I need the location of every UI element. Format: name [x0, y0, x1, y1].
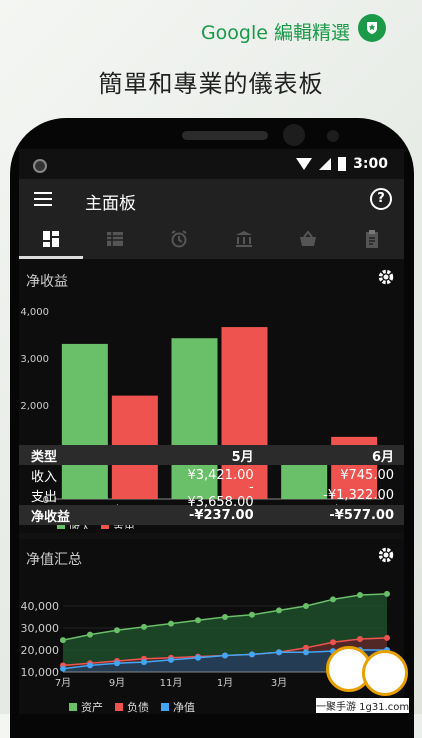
wifi-icon: [296, 158, 313, 170]
settings-gear-icon[interactable]: [376, 267, 396, 287]
table-header-june: 6月: [371, 449, 394, 465]
tab-alarm[interactable]: [147, 219, 211, 259]
badge-text: Google 編輯精選: [200, 22, 350, 44]
y-tick-label: 3,000: [20, 354, 49, 365]
phone-camera: [283, 124, 305, 146]
tab-bar: [19, 219, 404, 259]
legend-swatch: [69, 703, 77, 711]
legend-swatch: [115, 703, 123, 711]
google-badge: Google 編輯精選: [0, 12, 422, 46]
data-point: [168, 656, 174, 663]
data-point: [141, 659, 147, 666]
net-worth-title: 净值汇总: [26, 552, 82, 568]
data-point: [114, 660, 120, 667]
data-point: [222, 614, 228, 620]
data-point: [384, 590, 390, 597]
x-tick-label: 3月: [271, 677, 287, 689]
hamburger-menu-icon[interactable]: [34, 192, 52, 206]
data-point: [249, 611, 255, 618]
table-cell: -¥577.00: [329, 507, 394, 523]
y-tick-label: 4,000: [20, 307, 49, 318]
basket-icon: [299, 230, 316, 246]
data-point: [60, 665, 66, 672]
table-header-type: 类型: [31, 449, 58, 465]
table-cell: 支出: [31, 489, 58, 505]
trophy-shield-icon: [358, 14, 386, 42]
y-tick-label: 10,000: [21, 666, 60, 679]
x-tick-label: 11月: [160, 677, 183, 689]
table-row: 支出 -¥3,658.00 -¥1,322.00: [19, 480, 404, 510]
battery-icon: [338, 157, 347, 171]
table-cell: 收入: [31, 469, 58, 485]
status-bar: 3:00: [19, 149, 404, 179]
headline: 簡單和專業的儀表板: [98, 70, 324, 98]
table-row: 净收益 -¥237.00 -¥577.00: [19, 505, 404, 525]
phone-sensor: [327, 130, 339, 142]
data-point: [357, 592, 363, 598]
legend-label: 负债: [127, 700, 149, 714]
data-point: [195, 654, 201, 661]
data-point: [195, 617, 201, 624]
data-point: [249, 651, 255, 658]
y-tick-label: 2,000: [20, 401, 49, 412]
data-point: [168, 620, 174, 627]
table-cell: -¥3,658.00: [187, 480, 254, 510]
watermark: 一聚手游 1g31.com: [308, 640, 418, 714]
data-point: [141, 623, 147, 630]
net-income-title: 净收益: [26, 274, 68, 290]
help-circle-icon[interactable]: ?: [370, 188, 392, 210]
tab-accounts[interactable]: [83, 219, 147, 259]
tab-bank[interactable]: [212, 219, 276, 259]
list-icon: [107, 232, 124, 246]
data-point: [222, 652, 228, 659]
data-point: [87, 631, 93, 638]
data-point: [276, 649, 282, 656]
watermark-text: 一聚手游 1g31.com: [316, 698, 410, 713]
tab-clipboard[interactable]: [340, 219, 404, 259]
clipboard-icon: [365, 230, 378, 248]
signal-icon: [319, 158, 332, 170]
data-point: [114, 627, 120, 634]
tab-dashboard[interactable]: [19, 219, 84, 259]
toolbar-title: 主面板: [85, 194, 136, 214]
phone-speaker: [182, 131, 268, 140]
table-cell: 净收益: [31, 509, 71, 525]
legend-label: 净值: [173, 700, 195, 714]
status-time: 3:00: [353, 156, 388, 172]
legend-label: 资产: [81, 700, 103, 714]
watermark-logo: [362, 650, 408, 696]
table-cell: -¥237.00: [189, 507, 254, 523]
status-icons: 3:00: [296, 156, 388, 172]
settings-gear-icon[interactable]: [376, 545, 396, 565]
table-cell: -¥1,322.00: [323, 487, 394, 503]
y-tick-label: 40,000: [21, 600, 60, 613]
data-point: [330, 596, 336, 603]
app-toolbar: 主面板 ?: [19, 179, 404, 219]
y-tick-label: 20,000: [21, 644, 60, 657]
dashboard-icon: [43, 231, 60, 247]
data-point: [276, 607, 282, 614]
data-point: [87, 662, 93, 669]
notification-dot-icon: [33, 159, 47, 173]
x-tick-label: 1月: [217, 677, 233, 689]
tab-basket[interactable]: [276, 219, 340, 259]
x-tick-label: 7月: [55, 677, 71, 689]
table-header-row: 类型 5月 6月: [19, 445, 404, 465]
legend-swatch: [161, 703, 169, 711]
table-header-may: 5月: [231, 449, 254, 465]
x-tick-label: 9月: [109, 677, 125, 689]
y-tick-label: 30,000: [21, 622, 60, 635]
bank-icon: [235, 231, 252, 247]
app-screen: 3:00 主面板 ? 净收益 01,0002,0003,0004,0002018…: [19, 149, 404, 714]
data-point: [303, 603, 309, 609]
table-cell: ¥745.00: [340, 467, 394, 483]
income-table: 类型 5月 6月 收入 ¥3,421.00 ¥745.00 支出 -¥3,658…: [19, 445, 404, 525]
data-point: [60, 637, 66, 644]
alarm-clock-icon: [171, 230, 187, 248]
